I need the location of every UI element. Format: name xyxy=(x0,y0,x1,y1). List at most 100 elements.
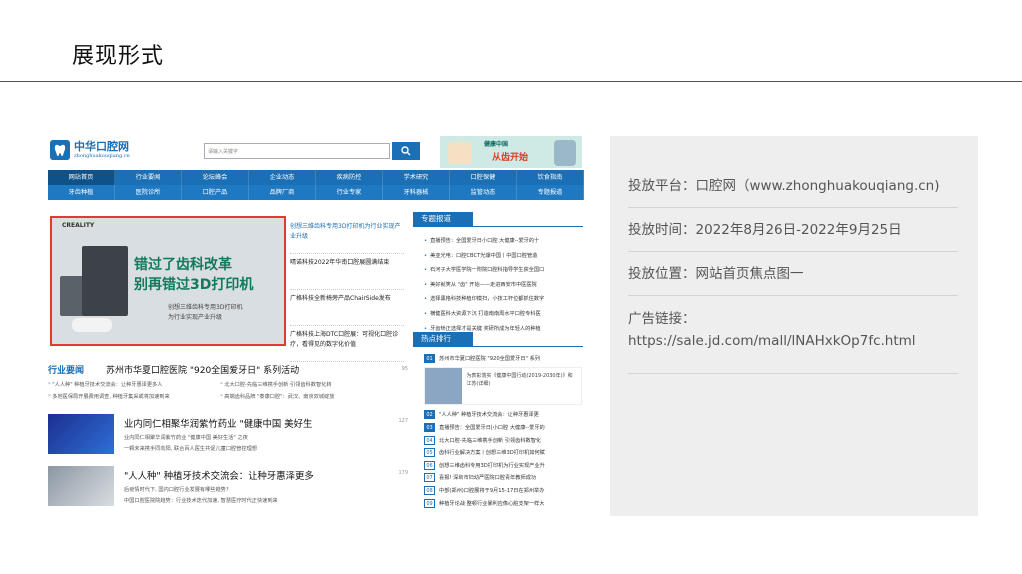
hot-rank: 03 xyxy=(424,422,435,432)
nav-home[interactable]: 网站首页 xyxy=(48,170,115,185)
focus-list-item[interactable]: 广格科技全新椅旁产品ChairSide发布 xyxy=(290,290,404,326)
hot-rank: 09 xyxy=(424,498,435,508)
hot-item[interactable]: 07 喜报! 深圳市妇幼严医院口腔青年教师成功 xyxy=(424,472,582,485)
hot-item-text: 北大口腔-先临三维携手创新 引领齿科数智化 xyxy=(439,437,542,444)
slide: 展现形式 中华口腔网 zhonghuakouqiang.cn 请输入关键字 健康… xyxy=(0,0,1022,574)
news-sub-link[interactable]: 业内同仁相聚华润紫竹药业 "健康中国 美好生活" 之夜 xyxy=(124,434,248,441)
hot-item[interactable]: 06 创想三维齿科专用3D打印机为行业实现产业升 xyxy=(424,459,582,472)
news-count: 127 xyxy=(398,418,408,424)
news-title[interactable]: 业内同仁相聚华润紫竹药业 "健康中国 美好生 xyxy=(124,416,312,430)
focus-headline-1: 错过了齿科改革 xyxy=(134,257,232,273)
hot-item-text: 种植牙论战 整顿行业暴利应像心脏支架一样大 xyxy=(439,500,545,507)
nav-equipment[interactable]: 牙科器械 xyxy=(383,185,450,200)
focus-list-item[interactable]: 创想三维齿科专用3D打印机为行业实现产业升级 xyxy=(290,218,404,254)
hot-item[interactable]: 01 苏州市华夏口腔医院 "920全国爱牙日" 系列 xyxy=(424,352,582,365)
news-sub-link[interactable]: 一颗未来携手同向阳, 联合百人医生共促儿童口腔管控理想 xyxy=(124,445,257,452)
info-link-label: 广告链接： xyxy=(628,311,696,327)
site-logo[interactable]: 中华口腔网 zhonghuakouqiang.cn xyxy=(50,140,130,160)
header-ad-banner[interactable]: 健康中国 从齿开始 xyxy=(440,136,582,168)
info-platform: 投放平台：口腔网（www.zhonghuakouqiang.cn) xyxy=(628,174,958,208)
hot-feature[interactable]: 为表彰落实《健康中国行动(2019-2030年)》和江苏(详细) xyxy=(424,366,582,405)
nav-products[interactable]: 口腔产品 xyxy=(182,185,249,200)
placement-info-card: 投放平台：口腔网（www.zhonghuakouqiang.cn) 投放时间：2… xyxy=(610,136,978,516)
focus-sub-1: 创想三维齿科专用3D打印机 xyxy=(168,304,243,311)
nav-clinics[interactable]: 医院诊所 xyxy=(115,185,182,200)
focus-list-item[interactable]: 晴诺科技2022年华南口腔展圆满结束 xyxy=(290,254,404,290)
info-link: 广告链接： https://sale.jd.com/mall/lNAHxkOp7… xyxy=(628,308,958,374)
news-tag[interactable]: 行业要闻 xyxy=(48,363,84,376)
news-title[interactable]: "人人种" 种植牙技术交流会：让种牙惠泽更多 xyxy=(124,468,314,482)
nav-company-news[interactable]: 企业动态 xyxy=(249,170,316,185)
info-platform-value: 口腔网（www.zhonghuakouqiang.cn) xyxy=(695,178,940,194)
focus-sub-2: 为行业实现产业升级 xyxy=(168,314,223,321)
tooth-logo-icon xyxy=(50,140,70,160)
hot-item[interactable]: 05 齿科行业解决方案丨创想三维3D打印机如何赋 xyxy=(424,446,582,459)
nav-experts[interactable]: 行业专家 xyxy=(316,185,383,200)
info-link-value[interactable]: https://sale.jd.com/mall/lNAHxkOp7fc.htm… xyxy=(628,330,958,352)
hot-rank: 05 xyxy=(424,448,435,458)
hot-item-text: 喜报! 深圳市妇幼严医院口腔青年教师成功 xyxy=(439,475,537,482)
topic-item[interactable]: 美亚光电：口腔CBCT光爆中国丨中国口腔管造 xyxy=(424,249,582,264)
info-platform-label: 投放平台： xyxy=(628,178,696,194)
hot-item[interactable]: 03 直播预告：全国爱牙日|小口腔 大健康--爱牙的 xyxy=(424,421,582,434)
hot-rank: 04 xyxy=(424,435,435,445)
news-row[interactable]: "人人种" 种植牙技术交流会：让种牙惠泽更多 179 后疫情时代下, 国内口腔行… xyxy=(48,466,408,510)
hot-item[interactable]: 02 "人人种" 种植牙技术交流会：让种牙惠泽更 xyxy=(424,409,582,422)
topic-item[interactable]: 横健医科大资源下沉 打造南南周水平口腔专科医 xyxy=(424,307,582,322)
nav-industry-news[interactable]: 行业要闻 xyxy=(115,170,182,185)
news-sub-link[interactable]: 高端齿科品牌 "泰康口腔"：武汉、南京双城绽放 xyxy=(220,393,334,400)
nav-row-1: 网站首页 行业要闻 论坛峰会 企业动态 疾病防控 学术研究 口腔保健 饮食指南 xyxy=(48,170,584,185)
search-button[interactable] xyxy=(392,142,420,160)
banner-line2: 从齿开始 xyxy=(492,153,529,163)
search-input[interactable]: 请输入关键字 xyxy=(204,143,390,159)
topic-item[interactable]: 石河子大学医学院一附院口腔科指导学生获全国口 xyxy=(424,263,582,278)
nav-disease[interactable]: 疾病防控 xyxy=(316,170,383,185)
printer-small-illustration xyxy=(60,276,84,316)
banner-line1: 健康中国 xyxy=(484,141,509,148)
nav-diet[interactable]: 饮食指南 xyxy=(517,170,584,185)
topic-item[interactable]: 选择黑格科技种植印模扫，小技工杆位都抓住数字 xyxy=(424,292,582,307)
topics-header[interactable]: 专题报道 xyxy=(413,212,473,226)
hot-list: 01 苏州市华夏口腔医院 "920全国爱牙日" 系列 为表彰落实《健康中国行动(… xyxy=(424,352,582,509)
hot-item-text: 直播预告：全国爱牙日|小口腔 大健康--爱牙的 xyxy=(439,424,545,431)
search-icon xyxy=(401,146,411,156)
hot-header[interactable]: 热点排行 xyxy=(413,332,473,346)
news-section-header: 行业要闻 苏州市华夏口腔医院 "920全国爱牙日" 系列活动 95 xyxy=(48,361,408,377)
focus-ad-image[interactable]: CREALITY 错过了齿科改革 别再错过3D打印机 创想三维齿科专用3D打印机… xyxy=(50,216,286,346)
site-url: zhonghuakouqiang.cn xyxy=(74,153,130,159)
nav-forum[interactable]: 论坛峰会 xyxy=(182,170,249,185)
news-sub-link[interactable]: "人人种" 种植牙技术交流会：让种牙惠泽更多人 xyxy=(48,381,162,388)
focus-headline-2: 别再错过3D打印机 xyxy=(134,277,254,293)
info-position: 投放位置：网站首页焦点图一 xyxy=(628,262,958,296)
news-sub-link[interactable]: 多地医保局开展费用调查, 种植牙集采或将加速到来 xyxy=(48,393,169,400)
topic-item[interactable]: 美好就笑从 "齿" 开始——走进西安市中医医院 xyxy=(424,278,582,293)
title-divider xyxy=(0,81,1022,82)
news-sub-link[interactable]: 中国口腔医院院趋势：行业技术迭代加速, 智慧医疗时代正快速到来 xyxy=(124,497,278,504)
nav-oral-care[interactable]: 口腔保健 xyxy=(450,170,517,185)
slide-title: 展现形式 xyxy=(72,44,165,69)
news-sub-link[interactable]: 北大口腔-先临三维携手创新 引领齿科数智化转 xyxy=(220,381,331,388)
news-top-title[interactable]: 苏州市华夏口腔医院 "920全国爱牙日" 系列活动 xyxy=(106,363,299,376)
news-sub-link[interactable]: 后疫情时代下, 国内口腔行业发展有哪些趋势? xyxy=(124,486,229,493)
focus-list-item[interactable]: 广格科技上海DTC口腔展：可视化口腔诊疗，看得见的数字化价值 xyxy=(290,326,404,362)
hot-rank: 02 xyxy=(424,410,435,420)
nav-regulation[interactable]: 监管动态 xyxy=(450,185,517,200)
topics-divider xyxy=(413,226,583,227)
banner-child-illustration xyxy=(448,142,472,164)
nav-implant[interactable]: 牙齿种植 xyxy=(48,185,115,200)
hot-item[interactable]: 04 北大口腔-先临三维携手创新 引领齿科数智化 xyxy=(424,434,582,447)
topic-item[interactable]: 直播预告：全国爱牙日小口腔 大健康--爱牙的十 xyxy=(424,234,582,249)
hot-item[interactable]: 09 种植牙论战 整顿行业暴利应像心脏支架一样大 xyxy=(424,497,582,510)
nav-special[interactable]: 专题报道 xyxy=(517,185,584,200)
website-screenshot: 中华口腔网 zhonghuakouqiang.cn 请输入关键字 健康中国 从齿… xyxy=(44,136,584,516)
nav-academic[interactable]: 学术研究 xyxy=(383,170,450,185)
hot-item-text: 苏州市华夏口腔医院 "920全国爱牙日" 系列 xyxy=(439,355,540,362)
topics-list: 直播预告：全国爱牙日小口腔 大健康--爱牙的十 美亚光电：口腔CBCT光爆中国丨… xyxy=(424,234,582,336)
hot-item[interactable]: 08 中部(郑州)口腔展将于9月15-17日在郑州举办 xyxy=(424,484,582,497)
nav-brands[interactable]: 品牌厂商 xyxy=(249,185,316,200)
banner-dentist-illustration xyxy=(554,140,576,166)
hot-rank: 01 xyxy=(424,353,435,363)
site-name: 中华口腔网 xyxy=(74,140,129,153)
news-row[interactable]: 业内同仁相聚华润紫竹药业 "健康中国 美好生 127 业内同仁相聚华润紫竹药业 … xyxy=(48,414,408,458)
info-time: 投放时间：2022年8月26日-2022年9月25日 xyxy=(628,218,958,252)
